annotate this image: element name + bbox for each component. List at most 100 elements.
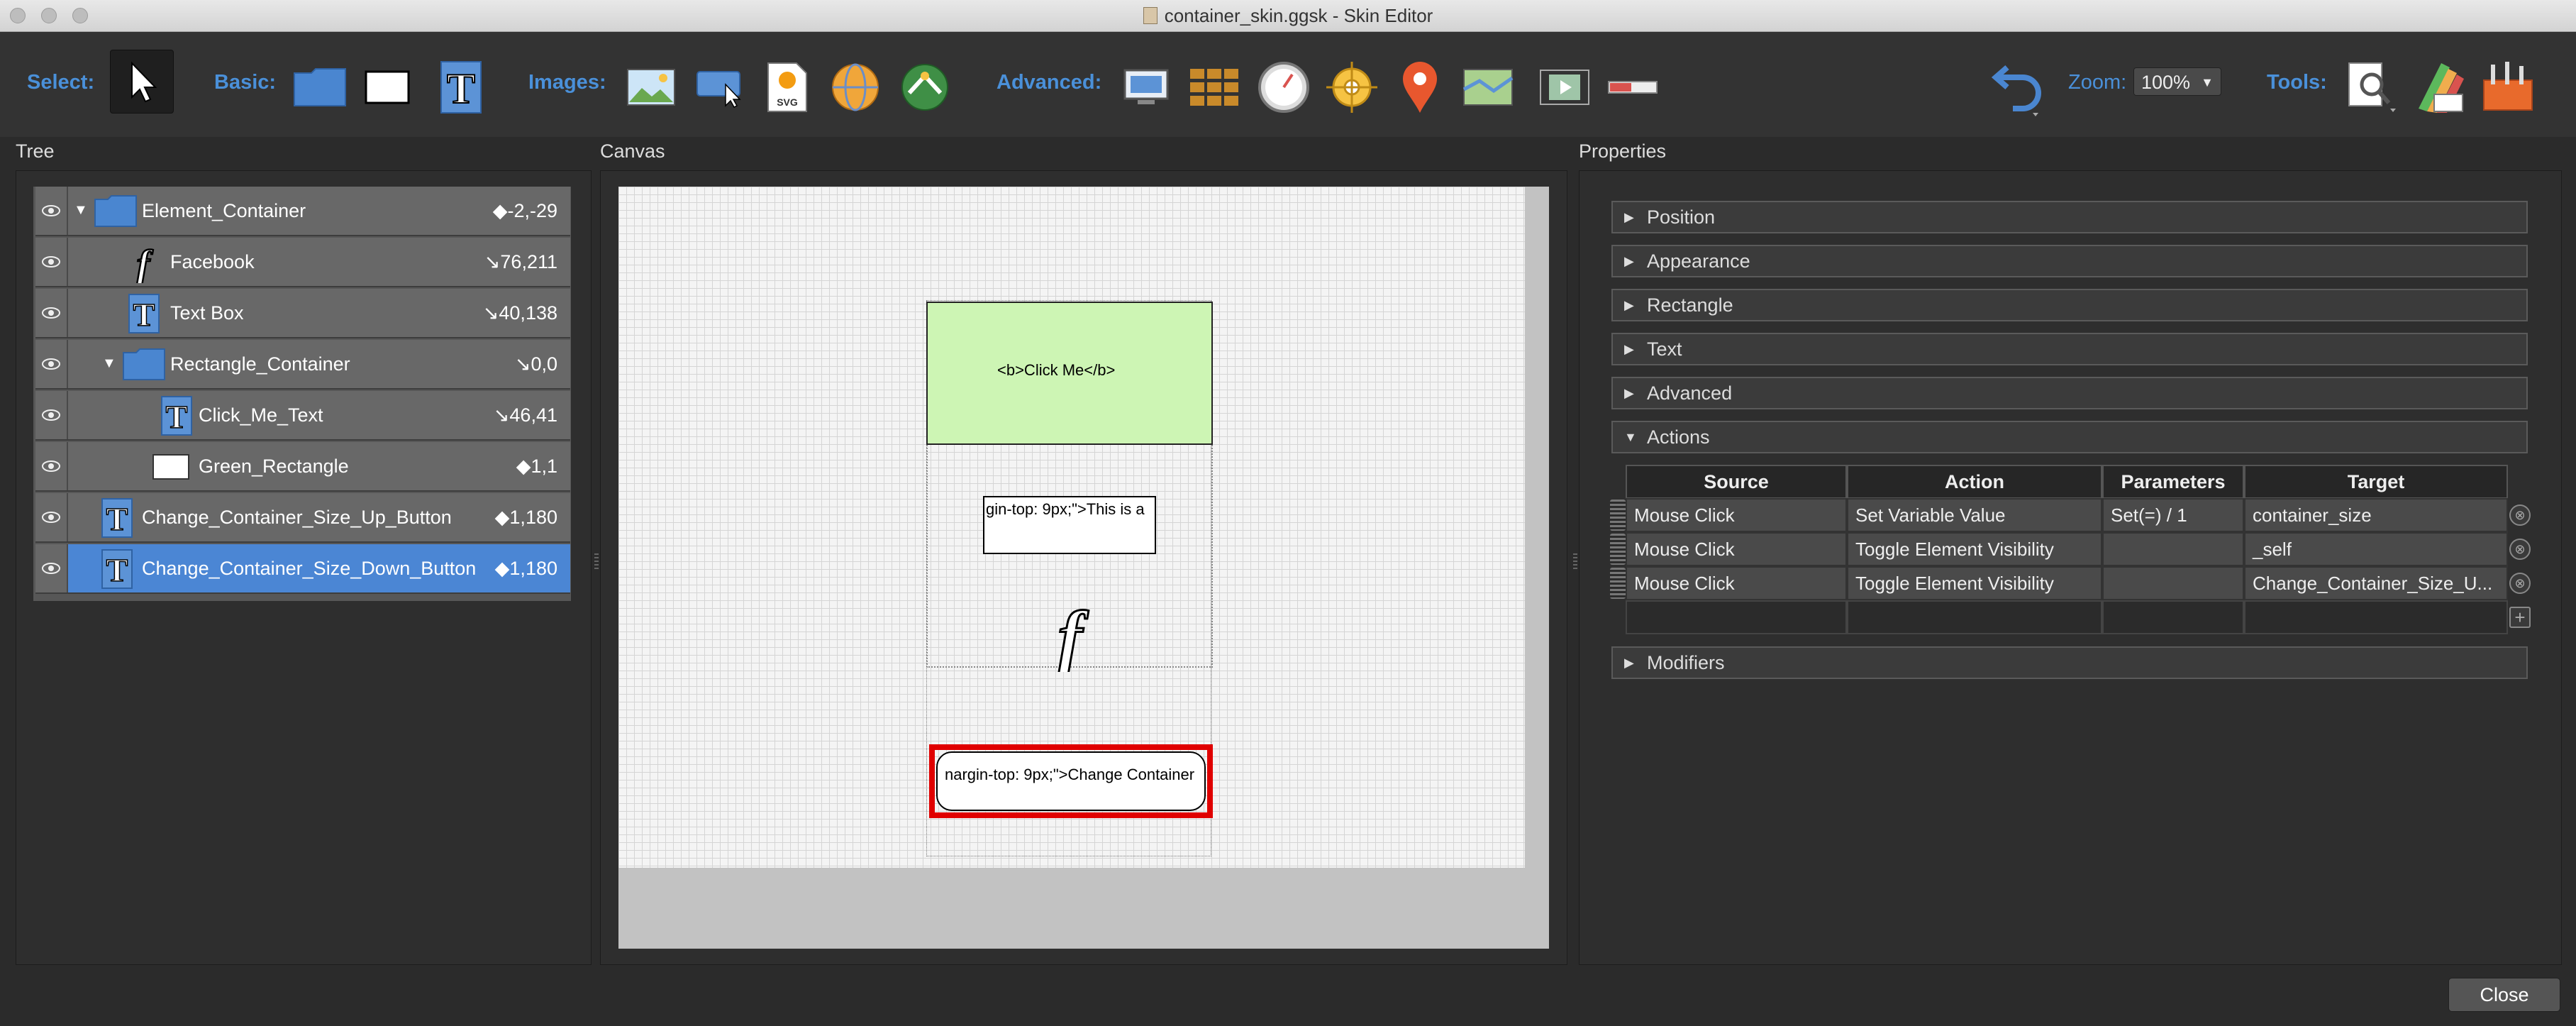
tree-row-element-container[interactable]: ▼ Element_Container ◆-2,-29 <box>35 187 570 236</box>
remove-action-button[interactable]: ⊗ <box>2509 539 2531 560</box>
title-bar: container_skin.ggsk - Skin Editor <box>0 0 2576 32</box>
tree-row-green-rectangle[interactable]: Green_Rectangle ◆1,1 <box>35 442 570 492</box>
section-modifiers[interactable]: ▶ Modifiers <box>1611 646 2528 679</box>
splitter-handle[interactable] <box>1573 553 1577 570</box>
tree-row-rectangle-container[interactable]: ▼ Rectangle_Container ↘0,0 <box>35 340 570 390</box>
color-palette-tool-button[interactable] <box>2413 59 2467 113</box>
expand-arrow-icon[interactable]: ▼ <box>102 355 116 372</box>
change-container-size-down-button[interactable]: nargin-top: 9px;">Change Container <box>936 751 1206 811</box>
visibility-toggle[interactable] <box>35 391 68 439</box>
eye-icon <box>42 307 60 319</box>
rectangle-tool-button[interactable] <box>360 60 414 114</box>
undo-icon <box>1992 65 2041 116</box>
chevron-down-icon: ▼ <box>1624 430 1637 444</box>
visibility-toggle[interactable] <box>35 187 68 235</box>
toolbox-tool-button[interactable] <box>2481 59 2535 113</box>
tree-row-label: Rectangle_Container <box>170 353 350 375</box>
action-cell-target[interactable]: Change_Container_Size_U... <box>2244 566 2508 600</box>
panorama-tool-button[interactable] <box>828 60 882 114</box>
section-appearance[interactable]: ▶ Appearance <box>1611 245 2528 277</box>
image-button-tool-button[interactable] <box>694 60 748 114</box>
grid-tool-button[interactable] <box>1187 60 1241 114</box>
action-cell-target[interactable]: container_size <box>2244 498 2508 532</box>
new-action-cell[interactable] <box>1847 600 2102 634</box>
actions-header-target[interactable]: Target <box>2244 465 2508 499</box>
selected-button-frame[interactable]: nargin-top: 9px;">Change Container <box>929 744 1213 818</box>
select-tool-button[interactable] <box>110 50 174 114</box>
action-cell-action[interactable]: Toggle Element Visibility <box>1847 532 2102 566</box>
expand-arrow-icon[interactable]: ▼ <box>74 202 88 219</box>
action-cell-source[interactable]: Mouse Click <box>1626 498 1847 532</box>
splitter-handle[interactable] <box>594 553 599 570</box>
tree-row-change-container-size-down-button[interactable]: T Change_Container_Size_Down_Button ◆1,1… <box>35 544 570 594</box>
eye-icon <box>42 205 60 216</box>
action-cell-parameters[interactable] <box>2102 566 2244 600</box>
undo-button[interactable] <box>1992 53 2048 117</box>
timer-tool-button[interactable] <box>1257 60 1311 114</box>
map-tool-button[interactable] <box>1461 60 1515 114</box>
cloner-tool-button[interactable] <box>898 60 952 114</box>
action-cell-source[interactable]: Mouse Click <box>1626 532 1847 566</box>
svg-tool-button[interactable]: SVG <box>760 60 814 114</box>
progress-bar-tool-button[interactable] <box>1606 60 1660 114</box>
basic-label: Basic: <box>214 71 277 94</box>
svg-file-icon: SVG <box>767 62 807 112</box>
tree-row-text-box[interactable]: T Text Box ↘40,138 <box>35 289 570 338</box>
canvas-area[interactable]: <b>Click Me</b> gin-top: 9px;">This is a… <box>618 187 1549 949</box>
text-box[interactable]: gin-top: 9px;">This is a <box>983 496 1156 554</box>
find-tool-button[interactable] <box>2345 59 2399 113</box>
select-label: Select: <box>27 71 95 94</box>
action-cell-parameters[interactable]: Set(=) / 1 <box>2102 498 2244 532</box>
tree-row-change-container-size-up-button[interactable]: T Change_Container_Size_Up_Button ◆1,180 <box>35 493 570 543</box>
tree-row-click-me-text[interactable]: T Click_Me_Text ↘46,41 <box>35 391 570 441</box>
visibility-toggle[interactable] <box>35 442 68 490</box>
visibility-toggle[interactable] <box>35 493 68 541</box>
actions-header-parameters[interactable]: Parameters <box>2102 465 2244 499</box>
html-area-tool-button[interactable] <box>1119 60 1173 114</box>
visibility-toggle[interactable] <box>35 340 68 388</box>
close-button[interactable]: Close <box>2448 978 2560 1012</box>
zoom-value: 100% <box>2141 72 2191 93</box>
visibility-toggle[interactable] <box>35 289 68 337</box>
facebook-image-icon: f <box>135 242 155 283</box>
click-me-text[interactable]: <b>Click Me</b> <box>997 361 1115 380</box>
actions-header-action[interactable]: Action <box>1847 465 2102 499</box>
image-tool-button[interactable] <box>624 60 678 114</box>
hotspot-tool-button[interactable] <box>1325 60 1379 114</box>
map-pin-tool-button[interactable] <box>1393 60 1447 114</box>
facebook-icon: f <box>1057 596 1090 680</box>
section-rectangle[interactable]: ▶ Rectangle <box>1611 289 2528 321</box>
action-cell-target[interactable]: _self <box>2244 532 2508 566</box>
cloner-icon <box>901 64 948 111</box>
zoom-select[interactable]: 100% ▼ <box>2133 67 2221 96</box>
new-action-cell[interactable] <box>1626 600 1847 634</box>
action-cell-action[interactable]: Toggle Element Visibility <box>1847 566 2102 600</box>
remove-action-button[interactable]: ⊗ <box>2509 504 2531 526</box>
row-drag-handle[interactable] <box>1610 568 1626 599</box>
arrow-cursor-icon <box>131 61 157 103</box>
row-drag-handle[interactable] <box>1610 500 1626 531</box>
facebook-image[interactable]: f <box>1047 596 1094 680</box>
add-action-button[interactable]: + <box>2509 607 2531 628</box>
video-tool-button[interactable] <box>1538 60 1592 114</box>
visibility-toggle[interactable] <box>35 544 68 592</box>
green-rectangle[interactable]: <b>Click Me</b> <box>926 302 1213 445</box>
actions-header-source[interactable]: Source <box>1626 465 1847 499</box>
row-drag-handle[interactable] <box>1610 534 1626 565</box>
section-position[interactable]: ▶ Position <box>1611 201 2528 233</box>
action-cell-parameters[interactable] <box>2102 532 2244 566</box>
section-actions[interactable]: ▼ Actions <box>1611 421 2528 453</box>
action-cell-action[interactable]: Set Variable Value <box>1847 498 2102 532</box>
new-action-cell[interactable] <box>2102 600 2244 634</box>
action-cell-source[interactable]: Mouse Click <box>1626 566 1847 600</box>
remove-action-button[interactable]: ⊗ <box>2509 573 2531 594</box>
section-text[interactable]: ▶ Text <box>1611 333 2528 365</box>
text-tool-button[interactable]: T <box>434 60 488 114</box>
visibility-toggle[interactable] <box>35 238 68 286</box>
new-action-cell[interactable] <box>2244 600 2508 634</box>
container-tool-button[interactable] <box>293 60 347 114</box>
section-advanced[interactable]: ▶ Advanced <box>1611 377 2528 409</box>
tree-row-facebook[interactable]: f Facebook ↘76,211 <box>35 238 570 287</box>
tree-row-coord: ◆-2,-29 <box>492 200 557 221</box>
map-icon <box>1462 69 1514 106</box>
